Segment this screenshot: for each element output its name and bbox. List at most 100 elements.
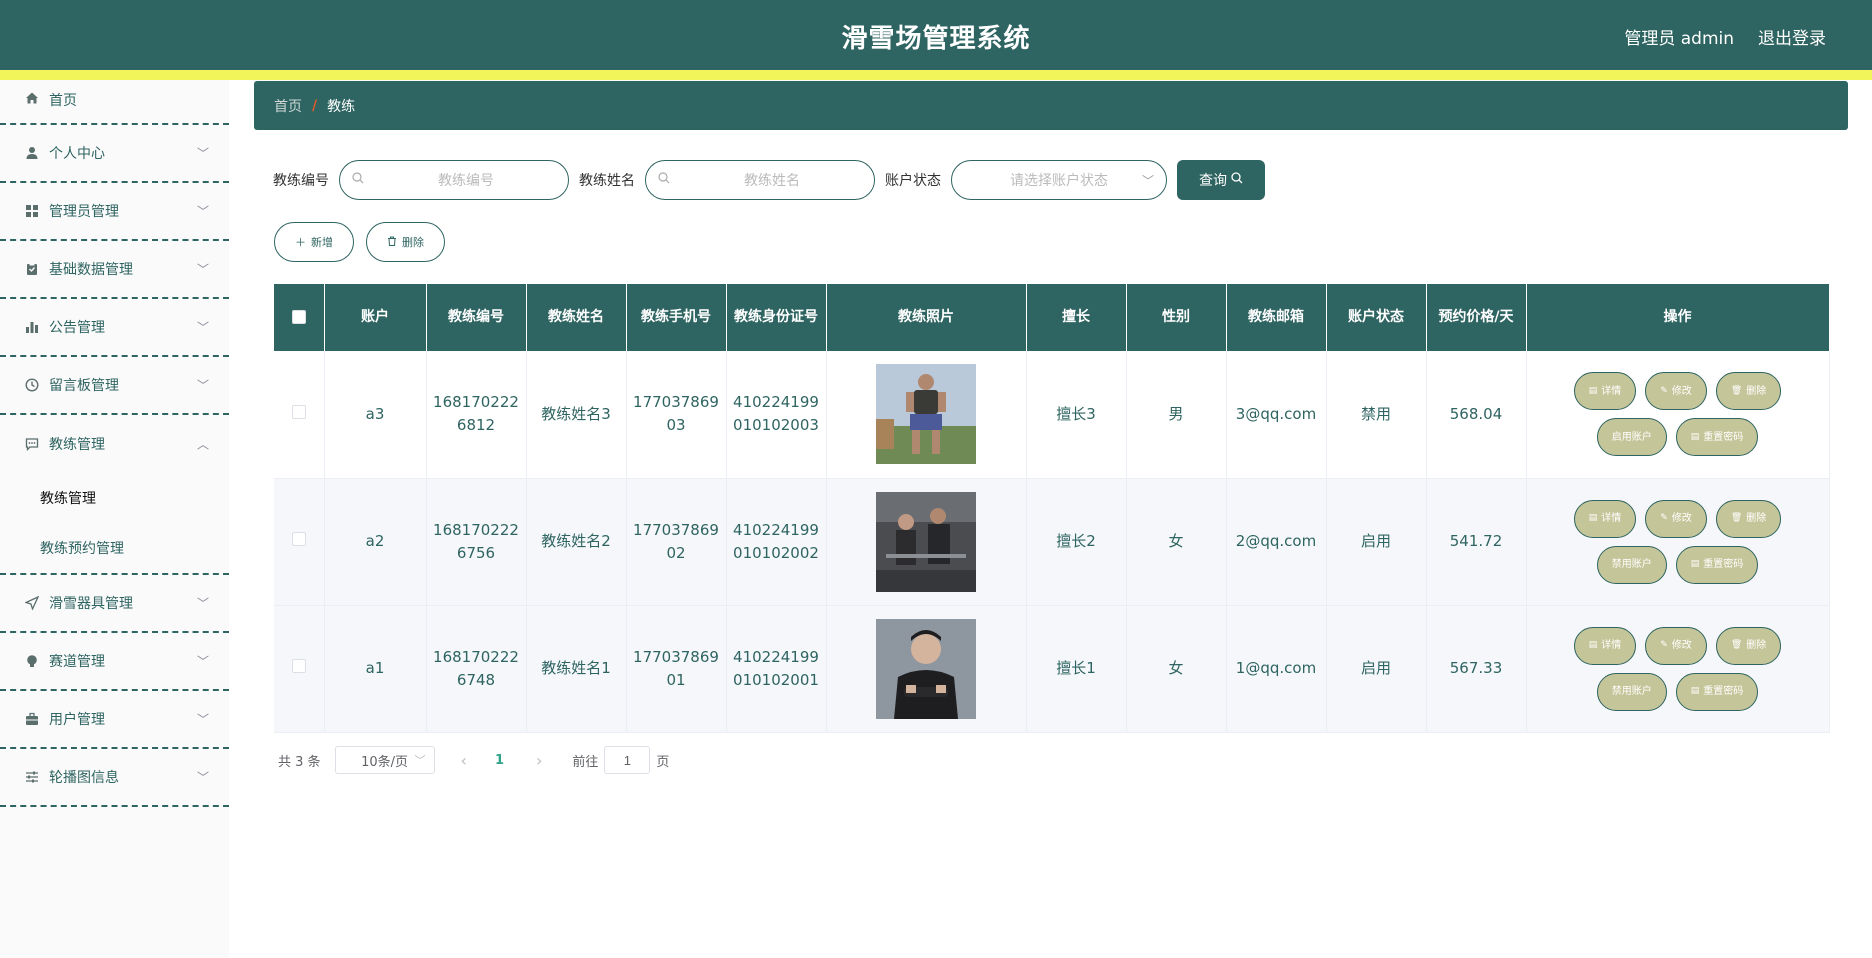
sidebar-item-label: 首页	[49, 93, 77, 109]
sidebar-item-ski-equipment[interactable]: 滑雪器具管理 ﹀	[0, 575, 229, 633]
row-checkbox[interactable]	[291, 404, 306, 419]
account-cell: a3	[324, 351, 427, 479]
logout-button[interactable]: 退出登录	[1758, 24, 1826, 49]
coach-code-input[interactable]	[364, 172, 568, 188]
toggle-account-button[interactable]: 启用账户	[1596, 418, 1667, 457]
row-select-cell	[274, 478, 325, 606]
chat-icon	[24, 436, 40, 452]
account-status-label: 账户状态	[885, 173, 941, 189]
coach-phone-cell: 17703786902	[626, 478, 727, 606]
detail-button[interactable]: ▤ 详情	[1573, 372, 1637, 411]
sidebar-item-label: 滑雪器具管理	[49, 596, 133, 612]
document-icon: ▤	[1588, 385, 1598, 396]
email-cell: 1@qq.com	[1226, 605, 1327, 733]
document-icon: ▤	[1588, 640, 1598, 650]
coach-photo[interactable]	[876, 491, 976, 592]
edit-button[interactable]: ✎ 修改	[1645, 372, 1707, 411]
toggle-account-button[interactable]: 禁用账户	[1596, 545, 1667, 584]
sidebar-item-profile[interactable]: 个人中心 ﹀	[0, 125, 229, 183]
prev-page-button[interactable]: ‹	[461, 751, 467, 770]
delete-button[interactable]: 🗑 删除	[1715, 499, 1782, 538]
coach-code-cell: 1681702226812	[426, 351, 527, 479]
search-form: 教练编号 教练姓名 账户状态 请选择账户状态 ﹀ 查询	[273, 160, 1265, 200]
row-checkbox[interactable]	[291, 532, 306, 546]
gender-cell: 女	[1126, 605, 1227, 733]
reset-password-button[interactable]: ▤ 重置密码	[1675, 418, 1759, 457]
delete-button-label: 删除	[1746, 513, 1767, 524]
sidebar: 首页 个人中心 ﹀ 管理员管理 ﹀ 基础数据管理 ﹀ 公告管理 ﹀ 留言板管理 …	[0, 80, 229, 958]
select-all-cell	[274, 284, 325, 351]
sidebar-item-label: 留言板管理	[49, 378, 119, 394]
detail-button[interactable]: ▤ 详情	[1573, 626, 1637, 665]
coach-phone-cell: 17703786901	[626, 605, 727, 733]
sidebar-item-label: 基础数据管理	[49, 262, 133, 278]
page-size-select[interactable]: 10条/页 ﹀	[334, 746, 435, 774]
delete-button[interactable]: 🗑 删除	[1715, 372, 1782, 411]
reset-password-button[interactable]: ▤ 重置密码	[1675, 545, 1759, 584]
detail-button[interactable]: ▤ 详情	[1573, 499, 1637, 538]
reset-password-label: 重置密码	[1703, 431, 1744, 443]
next-page-button[interactable]: ›	[536, 751, 542, 770]
sidebar-item-admins[interactable]: 管理员管理 ﹀	[0, 183, 229, 241]
edit-button[interactable]: ✎ 修改	[1645, 499, 1707, 538]
select-all-checkbox[interactable]	[291, 310, 306, 324]
bulk-delete-button[interactable]: 删除	[366, 222, 445, 262]
table-header-row: 账户 教练编号 教练姓名 教练手机号 教练身份证号 教练照片 擅长 性别 教练邮…	[274, 284, 1830, 351]
chevron-down-icon: ﹀	[196, 146, 209, 161]
column-header: 账户	[324, 284, 427, 351]
edit-button-label: 修改	[1671, 513, 1692, 524]
sidebar-item-label: 公告管理	[49, 320, 105, 336]
submenu-item-coach-booking[interactable]: 教练预约管理	[0, 523, 229, 573]
account-cell: a1	[324, 605, 427, 733]
page-suffix: 页	[656, 754, 670, 770]
submenu-item-coach-manage[interactable]: 教练管理	[0, 473, 229, 523]
detail-button-label: 详情	[1601, 640, 1622, 651]
reset-password-button[interactable]: ▤ 重置密码	[1675, 672, 1759, 711]
sidebar-item-label: 赛道管理	[49, 654, 105, 670]
sidebar-item-coaches[interactable]: 教练管理 ︿	[0, 415, 229, 473]
table-row: a1 1681702226748 教练姓名1 17703786901 41022…	[274, 605, 1830, 733]
sidebar-item-notices[interactable]: 公告管理 ﹀	[0, 299, 229, 357]
column-header: 账户状态	[1326, 284, 1427, 351]
admin-user-label[interactable]: 管理员 admin	[1624, 24, 1734, 49]
coach-photo[interactable]	[876, 364, 976, 465]
clipboard-icon	[24, 261, 40, 277]
delete-button[interactable]: 🗑 删除	[1715, 626, 1782, 665]
specialty-cell: 擅长2	[1026, 478, 1127, 606]
chevron-down-icon: ﹀	[196, 770, 209, 785]
edit-button[interactable]: ✎ 修改	[1645, 626, 1707, 665]
coach-photo[interactable]	[876, 618, 976, 719]
action-bar: ＋ 新增 删除	[274, 222, 445, 262]
sidebar-item-messages[interactable]: 留言板管理 ﹀	[0, 357, 229, 415]
operations-cell: ▤ 详情 ✎ 修改 🗑 删除 禁用账户 ▤ 重置密码	[1526, 478, 1830, 606]
table-row: a2 1681702226756 教练姓名2 17703786902 41022…	[274, 478, 1830, 606]
breadcrumb-home-link[interactable]: 首页	[274, 96, 302, 116]
sidebar-item-home[interactable]: 首页	[0, 80, 229, 125]
goto-page-input[interactable]	[604, 746, 651, 774]
trash-icon: 🗑	[1730, 513, 1743, 523]
sidebar-item-users[interactable]: 用户管理 ﹀	[0, 691, 229, 749]
row-select-cell	[274, 351, 325, 479]
column-header: 教练邮箱	[1226, 284, 1327, 351]
add-button[interactable]: ＋ 新增	[274, 222, 354, 262]
status-cell: 启用	[1326, 478, 1427, 606]
row-checkbox[interactable]	[291, 659, 306, 673]
sidebar-item-carousel[interactable]: 轮播图信息 ﹀	[0, 749, 229, 807]
account-status-select[interactable]: 请选择账户状态 ﹀	[951, 160, 1167, 200]
query-button[interactable]: 查询	[1177, 160, 1265, 200]
column-header: 预约价格/天	[1426, 284, 1527, 351]
toggle-account-button[interactable]: 禁用账户	[1596, 672, 1667, 711]
toggle-account-label: 禁用账户	[1611, 686, 1652, 697]
page-number-current[interactable]: 1	[495, 753, 504, 768]
coach-name-cell: 教练姓名1	[526, 605, 627, 733]
specialty-cell: 擅长1	[1026, 605, 1127, 733]
column-header: 操作	[1526, 284, 1830, 351]
sidebar-item-tracks[interactable]: 赛道管理 ﹀	[0, 633, 229, 691]
coach-name-input[interactable]	[670, 172, 874, 188]
column-header: 教练编号	[426, 284, 527, 351]
breadcrumb-separator: /	[312, 97, 318, 114]
document-icon: ▤	[1588, 513, 1598, 523]
sidebar-item-label: 教练管理	[49, 437, 105, 453]
sidebar-item-basic-data[interactable]: 基础数据管理 ﹀	[0, 241, 229, 299]
bar-chart-icon	[24, 319, 40, 335]
